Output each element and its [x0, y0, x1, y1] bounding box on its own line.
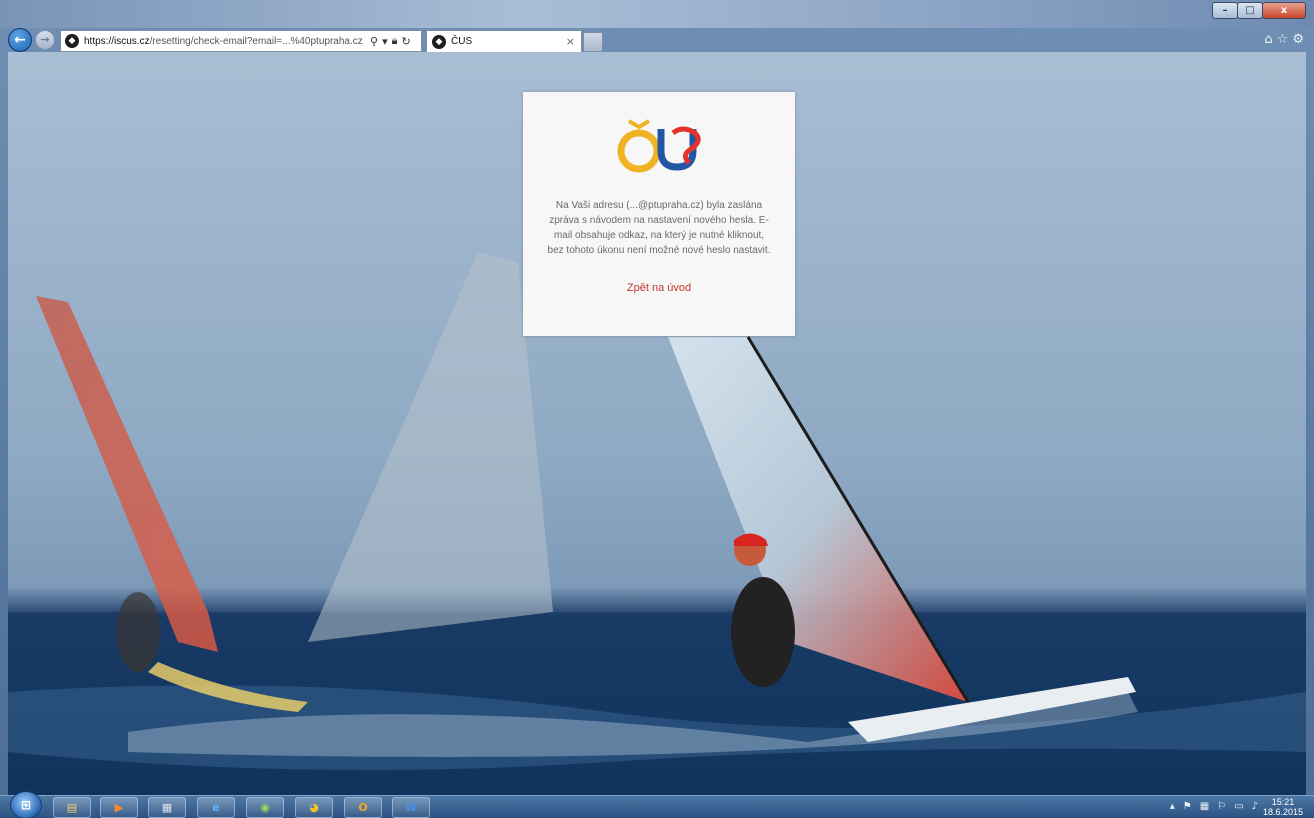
page-viewport: Na Vaši adresu (...@ptupraha.cz) byla za…	[8, 52, 1306, 795]
taskbar-app-chrome[interactable]: ◕	[295, 797, 333, 818]
clock-date: 18.6.2015	[1262, 807, 1304, 817]
settings-icon[interactable]: ⚙	[1292, 32, 1304, 47]
start-button[interactable]: ⊞	[10, 791, 42, 818]
taskbar-clock[interactable]: 15:21 18.6.2015	[1262, 797, 1304, 817]
tray-grid-icon[interactable]: ▦	[1200, 801, 1209, 812]
tab-favicon-icon: ◆	[432, 34, 446, 49]
tray-expand-icon[interactable]: ▴	[1170, 801, 1175, 812]
tray-app-icon[interactable]: ⚑	[1183, 801, 1192, 812]
arrow-right-icon: →	[40, 33, 50, 46]
close-button[interactable]: x	[1262, 2, 1306, 19]
maximize-button[interactable]: □	[1237, 2, 1263, 19]
taskbar-app-word[interactable]: W	[392, 797, 430, 818]
navigation-bar: ← → ◆ https://iscus.cz/resetting/check-e…	[0, 28, 1314, 52]
title-bar: – □ x	[0, 0, 1314, 28]
refresh-icon[interactable]: ↻	[401, 35, 410, 48]
clock-time: 15:21	[1271, 797, 1295, 807]
window-controls: – □ x	[1212, 2, 1306, 19]
taskbar-app-calculator[interactable]: ▦	[148, 797, 186, 818]
tray-flag-icon[interactable]: ⚐	[1217, 801, 1226, 812]
lock-icon[interactable]: 🔒︎	[392, 34, 398, 48]
taskbar-app-outlook[interactable]: O	[344, 797, 382, 818]
reset-message: Na Vaši adresu (...@ptupraha.cz) byla za…	[547, 200, 771, 256]
internet-explorer-icon: e	[212, 801, 220, 814]
media-player-icon: ▶	[114, 801, 124, 814]
calculator-icon: ▦	[161, 801, 173, 814]
minimize-button[interactable]: –	[1212, 2, 1238, 19]
url-path: /resetting/check-email?email=...%40ptupr…	[149, 35, 363, 47]
volume-icon[interactable]: ♪	[1252, 801, 1258, 812]
windows-logo-icon: ⊞	[20, 798, 32, 812]
app-green-icon: ◉	[260, 801, 270, 814]
network-icon[interactable]: ▭	[1234, 801, 1243, 812]
tab-cus[interactable]: ◆ ČUS ×	[426, 30, 582, 52]
taskbar: ⊞ ▤ ▶ ▦ e ◉ ◕ O W ▴ ⚑ ▦ ⚐ ▭ ♪ 15:21 18.6.2015	[0, 791, 1314, 818]
taskbar-app-app-green[interactable]: ◉	[246, 797, 284, 818]
chrome-icon: ◕	[309, 801, 319, 814]
tab-close-icon[interactable]: ×	[566, 35, 575, 48]
address-bar[interactable]: ◆ https://iscus.cz/resetting/check-email…	[60, 30, 422, 52]
dropdown-icon[interactable]: ▾	[382, 35, 388, 48]
taskbar-app-media-player[interactable]: ▶	[100, 797, 138, 818]
back-to-home-link[interactable]: Zpět na úvod	[523, 282, 795, 294]
site-favicon-icon: ◆	[65, 34, 79, 48]
url-host: https://iscus.cz	[84, 35, 150, 47]
reset-confirmation-card: Na Vaši adresu (...@ptupraha.cz) byla za…	[523, 92, 795, 336]
file-explorer-icon: ▤	[66, 801, 78, 814]
outlook-icon: O	[358, 801, 368, 814]
arrow-left-icon: ←	[14, 32, 26, 48]
forward-button[interactable]: →	[35, 30, 55, 50]
word-icon: W	[404, 801, 418, 814]
system-tray: ▴ ⚑ ▦ ⚐ ▭ ♪	[1162, 801, 1258, 812]
browser-toolbar-icons: ⌂ ☆ ⚙	[1260, 32, 1304, 47]
cus-logo	[617, 119, 701, 173]
address-url[interactable]: https://iscus.cz/resetting/check-email?e…	[84, 36, 366, 47]
browser-window: – □ x ← → ◆ https://iscus.cz/resetting/c…	[0, 0, 1314, 795]
taskbar-app-file-explorer[interactable]: ▤	[53, 797, 91, 818]
home-icon[interactable]: ⌂	[1264, 32, 1272, 47]
tab-title: ČUS	[451, 36, 473, 47]
search-icon[interactable]: ⚲	[370, 35, 378, 48]
taskbar-app-internet-explorer[interactable]: e	[197, 797, 235, 818]
back-button[interactable]: ←	[8, 28, 32, 52]
new-tab-button[interactable]	[583, 32, 603, 52]
favorites-icon[interactable]: ☆	[1277, 32, 1289, 47]
